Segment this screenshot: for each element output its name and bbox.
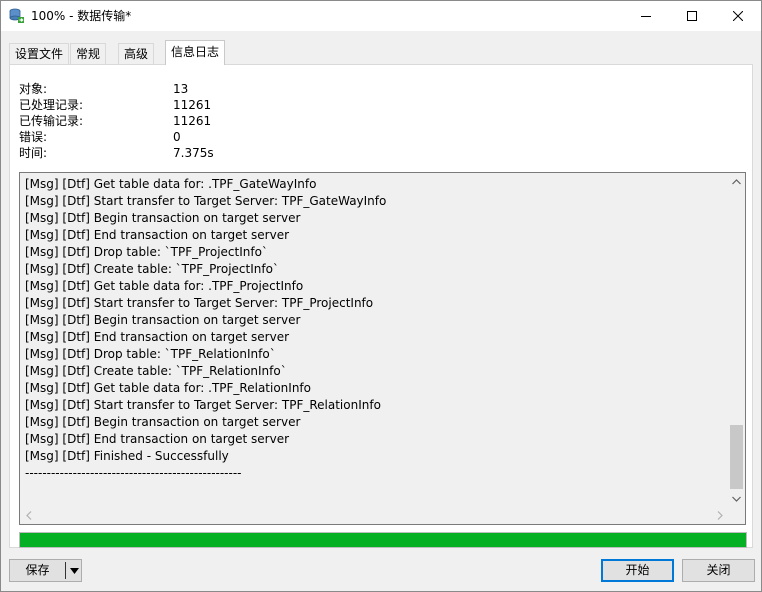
save-split-button[interactable]: 保存 <box>9 559 82 582</box>
chevron-down-icon <box>732 496 741 502</box>
processed-records-label: 已处理记录: <box>19 98 84 112</box>
scrollbar-corner <box>728 507 745 524</box>
log-line: [Msg] [Dtf] End transaction on target se… <box>25 330 290 344</box>
start-button[interactable]: 开始 <box>601 559 674 582</box>
message-log-panel: 对象: 13 已处理记录: 11261 已传输记录: 11261 错误: 0 时… <box>9 64 753 548</box>
objects-value: 13 <box>173 82 189 96</box>
errors-label: 错误: <box>19 130 48 144</box>
close-window-button[interactable] <box>715 1 761 31</box>
tab-settings-file[interactable]: 设置文件 <box>9 43 70 65</box>
log-line: [Msg] [Dtf] Create table: `TPF_RelationI… <box>25 364 287 378</box>
log-separator: ----------------------------------------… <box>25 466 242 480</box>
save-button-label[interactable]: 保存 <box>10 560 65 581</box>
log-line: [Msg] [Dtf] Begin transaction on target … <box>25 415 301 429</box>
scroll-up-button[interactable] <box>728 173 745 190</box>
transfer-progress-bar <box>19 532 747 548</box>
log-lines: [Msg] [Dtf] Get table data for: .TPF_Gat… <box>25 176 725 482</box>
progress-fill <box>20 533 746 547</box>
transferred-records-value: 11261 <box>173 114 212 128</box>
horizontal-scrollbar[interactable] <box>20 507 728 524</box>
log-line: [Msg] [Dtf] Create table: `TPF_ProjectIn… <box>25 262 279 276</box>
save-dropdown-button[interactable] <box>66 560 82 581</box>
scroll-down-button[interactable] <box>728 490 745 507</box>
chevron-right-icon <box>717 511 723 520</box>
message-log[interactable]: [Msg] [Dtf] Get table data for: .TPF_Gat… <box>19 172 746 525</box>
tab-strip: 设置文件 常规 高级 信息日志 <box>1 31 761 65</box>
scroll-left-button[interactable] <box>20 507 37 524</box>
minimize-button[interactable] <box>623 1 669 31</box>
maximize-icon <box>687 11 697 21</box>
log-line: [Msg] [Dtf] Begin transaction on target … <box>25 211 301 225</box>
log-line: [Msg] [Dtf] Drop table: `TPF_ProjectInfo… <box>25 245 268 259</box>
vertical-scrollbar[interactable] <box>728 173 745 507</box>
close-button[interactable]: 关闭 <box>682 559 755 582</box>
tab-advanced[interactable]: 高级 <box>118 43 155 65</box>
log-line: [Msg] [Dtf] Start transfer to Target Ser… <box>25 398 381 412</box>
tab-general[interactable]: 常规 <box>70 43 107 65</box>
minimize-icon <box>641 16 651 17</box>
errors-value: 0 <box>173 130 181 144</box>
caret-down-icon <box>69 567 79 574</box>
tab-message-log[interactable]: 信息日志 <box>165 40 226 65</box>
close-icon <box>733 11 743 21</box>
chevron-left-icon <box>25 511 31 520</box>
log-line: [Msg] [Dtf] Get table data for: .TPF_Pro… <box>25 279 304 293</box>
vertical-scroll-thumb[interactable] <box>730 425 743 489</box>
log-line: [Msg] [Dtf] Begin transaction on target … <box>25 313 301 327</box>
scroll-right-button[interactable] <box>711 507 728 524</box>
time-label: 时间: <box>19 146 48 160</box>
time-value: 7.375s <box>173 146 214 160</box>
log-line: [Msg] [Dtf] End transaction on target se… <box>25 432 290 446</box>
title-bar: 100% - 数据传输* <box>1 1 761 31</box>
log-line: [Msg] [Dtf] End transaction on target se… <box>25 228 290 242</box>
data-transfer-icon <box>9 8 25 24</box>
log-line: [Msg] [Dtf] Finished - Successfully <box>25 449 229 463</box>
log-line: [Msg] [Dtf] Start transfer to Target Ser… <box>25 296 374 310</box>
log-line: [Msg] [Dtf] Start transfer to Target Ser… <box>25 194 387 208</box>
data-transfer-window: 100% - 数据传输* 设置文件 常规 高级 信息日志 对象: 13 已处理记… <box>0 0 762 592</box>
objects-label: 对象: <box>19 82 48 96</box>
log-line: [Msg] [Dtf] Get table data for: .TPF_Gat… <box>25 177 317 191</box>
log-line: [Msg] [Dtf] Get table data for: .TPF_Rel… <box>25 381 311 395</box>
processed-records-value: 11261 <box>173 98 212 112</box>
window-title: 100% - 数据传输* <box>31 9 132 23</box>
transferred-records-label: 已传输记录: <box>19 114 84 128</box>
maximize-button[interactable] <box>669 1 715 31</box>
chevron-up-icon <box>732 178 741 184</box>
log-line: [Msg] [Dtf] Drop table: `TPF_RelationInf… <box>25 347 276 361</box>
